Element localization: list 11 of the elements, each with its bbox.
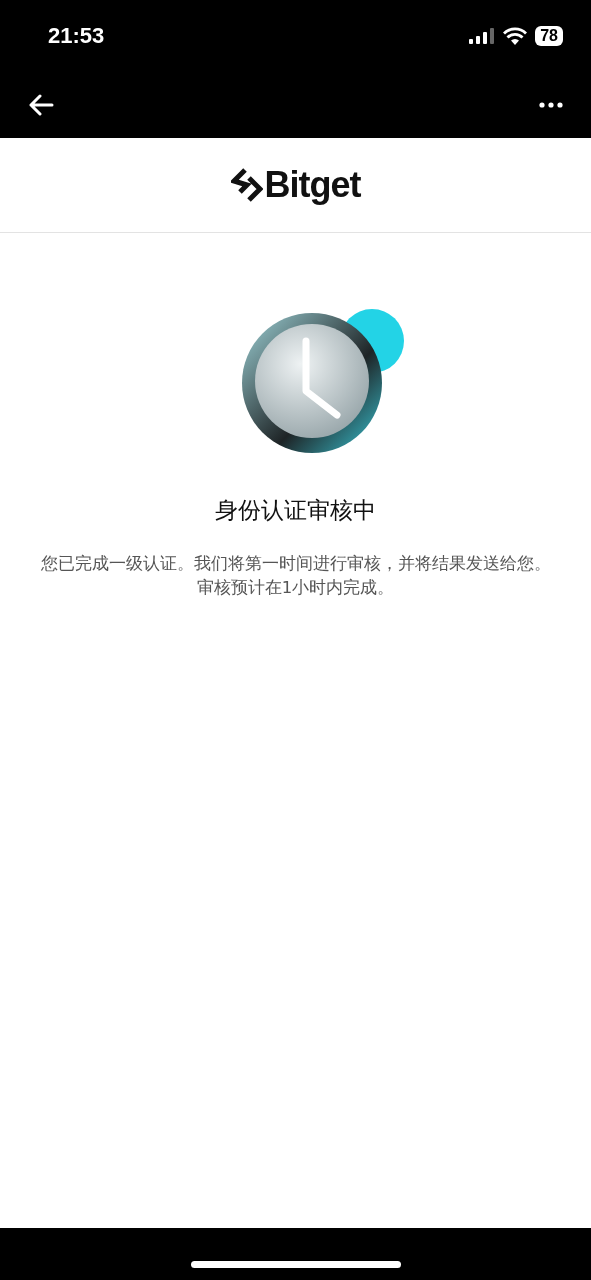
status-message: 您已完成一级认证。我们将第一时间进行审核，并将结果发送给您。审核预计在1小时内完成。 [39,553,552,599]
logo-icon [230,168,263,202]
status-title: 身份认证审核中 [215,496,376,525]
battery-level: 78 [535,26,563,46]
wifi-icon [503,27,528,45]
back-icon[interactable] [28,94,54,116]
home-indicator[interactable] [190,1260,401,1268]
more-icon[interactable] [539,102,563,108]
signal-icon [469,28,496,44]
brand-name: Bitget [264,164,361,206]
status-time: 21:53 [48,23,105,49]
